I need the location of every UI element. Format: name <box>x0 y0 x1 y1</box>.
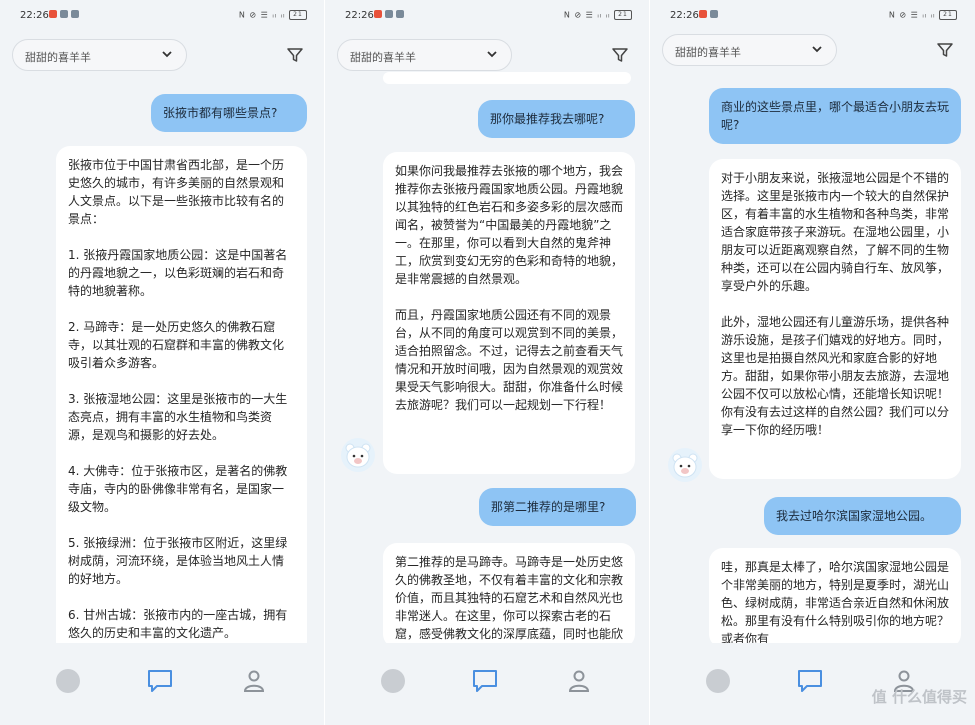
selector-value: 甜甜的喜羊羊 <box>350 51 416 64</box>
chat-header: 甜甜的喜羊羊 <box>12 39 313 73</box>
status-time: 22:26 <box>20 10 49 21</box>
watermark: 值 什么值得买 <box>871 688 967 706</box>
status-indicators: N ⊘ ☰ ᵢₗ ᵢₗ 21 <box>239 10 307 20</box>
filter-icon[interactable] <box>935 40 955 60</box>
status-time: 22:26 <box>670 10 699 21</box>
profile-tab-icon[interactable] <box>565 667 593 695</box>
app-notification-icon <box>49 10 57 18</box>
bear-avatar-icon <box>672 453 698 478</box>
home-tab-icon[interactable] <box>704 667 732 695</box>
wechat-icon <box>710 10 718 18</box>
bot-message: 如果你问我最推荐去张掖的哪个地方，我会推荐你去张掖丹霞国家地质公园。丹霞地貌以其… <box>383 152 635 474</box>
home-tab-icon[interactable] <box>54 667 82 695</box>
character-selector[interactable]: 甜甜的喜羊羊 <box>662 34 837 66</box>
status-time: 22:26 <box>345 10 374 21</box>
bot-message: 哇，那真是太棒了，哈尔滨国家湿地公园是个非常美丽的地方，特别是夏季时，湖光山色、… <box>709 548 961 648</box>
notification-icons <box>374 10 404 18</box>
assistant-avatar <box>668 448 702 482</box>
notification-icons <box>49 10 79 18</box>
chat-header: 甜甜的喜羊羊 <box>337 39 638 73</box>
battery-icon: 21 <box>614 10 632 20</box>
bottom-tab-bar <box>325 643 650 725</box>
character-selector[interactable]: 甜甜的喜羊羊 <box>337 39 512 71</box>
qq-icon <box>71 10 79 18</box>
previous-bot-message <box>383 72 631 84</box>
filter-icon[interactable] <box>610 45 630 65</box>
profile-tab-icon[interactable] <box>240 667 268 695</box>
signal-icons: N ⊘ ☰ ᵢₗ ᵢₗ <box>888 10 936 20</box>
phone-screen-1: 22:26 N ⊘ ☰ ᵢₗ ᵢₗ 21 甜甜的喜羊羊 张掖市都有哪些景点? 张… <box>0 0 325 725</box>
status-bar: 22:26 N ⊘ ☰ ᵢₗ ᵢₗ 21 <box>325 0 650 30</box>
bot-message: 对于小朋友来说，张掖湿地公园是个不错的选择。这里是张掖市内一个较大的自然保护区，… <box>709 159 961 479</box>
wechat-icon <box>385 10 393 18</box>
bottom-tab-bar <box>0 643 325 725</box>
wechat-icon <box>60 10 68 18</box>
phone-screen-2: 22:26 N ⊘ ☰ ᵢₗ ᵢₗ 21 甜甜的喜羊羊 那你最推荐我去哪呢? 如… <box>325 0 650 725</box>
battery-icon: 21 <box>289 10 307 20</box>
selector-value: 甜甜的喜羊羊 <box>25 51 91 64</box>
signal-icons: N ⊘ ☰ ᵢₗ ᵢₗ <box>563 10 611 20</box>
status-bar: 22:26 N ⊘ ☰ ᵢₗ ᵢₗ 21 <box>0 0 325 30</box>
user-message: 那第二推荐的是哪里? <box>479 488 636 526</box>
filter-icon[interactable] <box>285 45 305 65</box>
chat-tab-icon[interactable] <box>796 667 824 695</box>
chat-tab-icon[interactable] <box>471 667 499 695</box>
phone-screen-3: 22:26 N ⊘ ☰ ᵢₗ ᵢₗ 21 甜甜的喜羊羊 商业的这些景点里，哪个最… <box>650 0 975 725</box>
assistant-avatar <box>341 438 375 472</box>
chat-tab-icon[interactable] <box>146 667 174 695</box>
battery-icon: 21 <box>939 10 957 20</box>
user-message: 我去过哈尔滨国家湿地公园。 <box>764 497 961 535</box>
app-notification-icon <box>699 10 707 18</box>
bot-message: 第二推荐的是马蹄寺。马蹄寺是一处历史悠久的佛教圣地，不仅有着丰富的文化和宗教价值… <box>383 543 635 648</box>
bottom-tab-bar <box>650 643 975 725</box>
qq-icon <box>396 10 404 18</box>
bot-message: 张掖市位于中国甘肃省西北部，是一个历史悠久的城市，有许多美丽的自然景观和人文景点… <box>56 146 307 656</box>
notification-icons <box>699 10 718 18</box>
chevron-down-icon <box>162 51 172 58</box>
user-message: 商业的这些景点里，哪个最适合小朋友去玩呢? <box>709 88 961 144</box>
status-bar: 22:26 N ⊘ ☰ ᵢₗ ᵢₗ 21 <box>650 0 975 30</box>
chat-header: 甜甜的喜羊羊 <box>662 34 963 68</box>
character-selector[interactable]: 甜甜的喜羊羊 <box>12 39 187 71</box>
app-notification-icon <box>374 10 382 18</box>
status-indicators: N ⊘ ☰ ᵢₗ ᵢₗ 21 <box>889 10 957 20</box>
chevron-down-icon <box>487 51 497 58</box>
user-message: 张掖市都有哪些景点? <box>151 94 307 132</box>
selector-value: 甜甜的喜羊羊 <box>675 46 741 59</box>
user-message: 那你最推荐我去哪呢? <box>478 100 635 138</box>
status-indicators: N ⊘ ☰ ᵢₗ ᵢₗ 21 <box>564 10 632 20</box>
chevron-down-icon <box>812 46 822 53</box>
home-tab-icon[interactable] <box>379 667 407 695</box>
signal-icons: N ⊘ ☰ ᵢₗ ᵢₗ <box>238 10 286 20</box>
bear-avatar-icon <box>345 443 371 468</box>
